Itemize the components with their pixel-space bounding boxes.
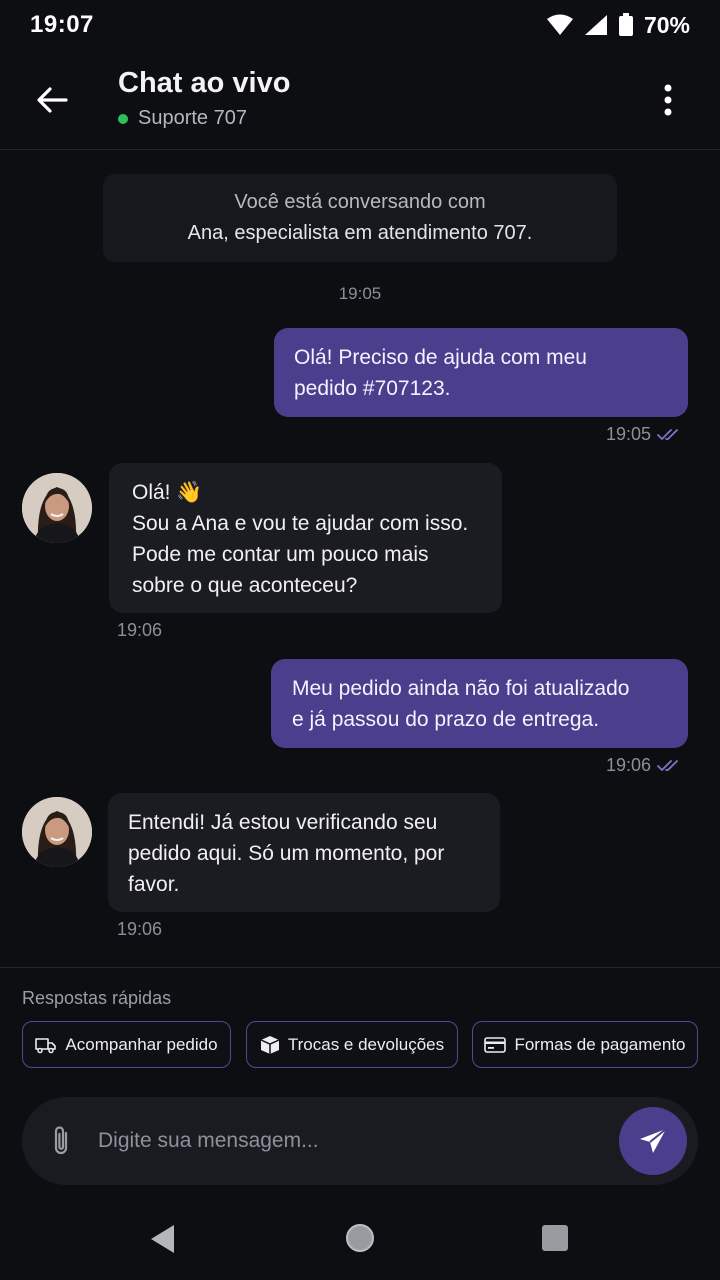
chat-header: Chat ao vivo Suporte 707 — [0, 50, 720, 150]
nav-recents-icon[interactable] — [542, 1225, 568, 1251]
message-time: 19:06 — [117, 620, 163, 640]
quick-reply-label: Formas de pagamento — [514, 1034, 686, 1054]
message-line: e já passou do prazo de entrega. — [292, 708, 600, 731]
message-time: 19:06 — [606, 755, 652, 775]
message-line: sobre o que aconteceu? — [132, 574, 358, 597]
system-message: Você está conversando com Ana, especiali… — [103, 174, 617, 262]
status-icons: 70% — [546, 12, 690, 39]
quick-replies: Respostas rápidas Acompanhar pedido Troc… — [0, 967, 720, 1087]
message-line: Meu pedido ainda não foi atualizado — [292, 677, 630, 700]
system-message-line: Ana, especialista em atendimento 707. — [187, 222, 533, 244]
more-options-button[interactable] — [650, 78, 686, 122]
page-title: Chat ao vivo — [118, 67, 291, 99]
quick-reply-chip[interactable]: Acompanhar pedido — [22, 1021, 231, 1068]
system-message-time: 19:05 — [338, 284, 382, 303]
incoming-message: Entendi! Já estou verificando seu pedido… — [108, 793, 500, 912]
status-bar: 19:07 70% — [0, 0, 720, 50]
message-line: Olá! Preciso de ajuda com meu — [294, 346, 587, 369]
quick-replies-label: Respostas rápidas — [22, 988, 172, 1008]
chat-subtitle: Suporte 707 — [118, 107, 247, 130]
message-line: Sou a Ana e vou te ajudar com isso. — [132, 512, 469, 535]
message-input[interactable] — [98, 1119, 598, 1163]
agent-avatar — [22, 797, 92, 867]
outgoing-message: Meu pedido ainda não foi atualizado e já… — [271, 659, 688, 748]
message-time: 19:06 — [117, 919, 163, 939]
quick-reply-chip[interactable]: Formas de pagamento — [472, 1021, 698, 1068]
back-button[interactable] — [30, 78, 74, 122]
attach-button[interactable] — [44, 1121, 78, 1161]
double-check-icon — [657, 759, 678, 771]
message-composer — [22, 1097, 698, 1185]
status-time: 19:07 — [30, 11, 94, 38]
credit-card-icon — [484, 1036, 507, 1053]
truck-icon — [35, 1037, 57, 1053]
nav-home-icon[interactable] — [346, 1224, 374, 1252]
box-icon — [260, 1035, 280, 1054]
battery-percent: 70% — [643, 11, 690, 38]
message-line: Pode me contar um pouco mais — [132, 543, 429, 566]
send-icon — [640, 1128, 667, 1153]
message-line: pedido #707123. — [294, 377, 451, 400]
paperclip-icon — [54, 1126, 68, 1155]
message-line: favor. — [128, 873, 180, 896]
double-check-icon — [657, 428, 678, 440]
quick-reply-label: Acompanhar pedido — [65, 1034, 218, 1054]
quick-reply-chip[interactable]: Trocas e devoluções — [246, 1021, 458, 1068]
message-line: pedido aqui. Só um momento, por — [128, 842, 445, 865]
signal-icon — [584, 14, 608, 36]
quick-reply-label: Trocas e devoluções — [287, 1034, 445, 1054]
message-meta: 19:06 — [606, 755, 681, 776]
battery-icon — [618, 13, 634, 37]
incoming-message: Olá! 👋 Sou a Ana e vou te ajudar com iss… — [109, 463, 502, 613]
system-navigation-bar — [0, 1200, 720, 1280]
message-time: 19:05 — [606, 424, 652, 444]
outgoing-message: Olá! Preciso de ajuda com meu pedido #70… — [274, 328, 688, 417]
message-line: Olá! 👋 — [132, 481, 203, 504]
message-line: Entendi! Já estou verificando seu — [128, 811, 438, 834]
arrow-left-icon — [37, 87, 68, 113]
nav-back-icon[interactable] — [150, 1224, 176, 1259]
support-name: Suporte 707 — [138, 107, 247, 129]
send-button[interactable] — [619, 1107, 687, 1175]
system-message-line: Você está conversando com — [234, 191, 486, 213]
online-status-dot — [118, 113, 128, 124]
more-vertical-icon — [664, 84, 672, 116]
wifi-icon — [546, 14, 574, 36]
agent-avatar — [22, 473, 92, 543]
message-meta: 19:05 — [606, 424, 681, 445]
